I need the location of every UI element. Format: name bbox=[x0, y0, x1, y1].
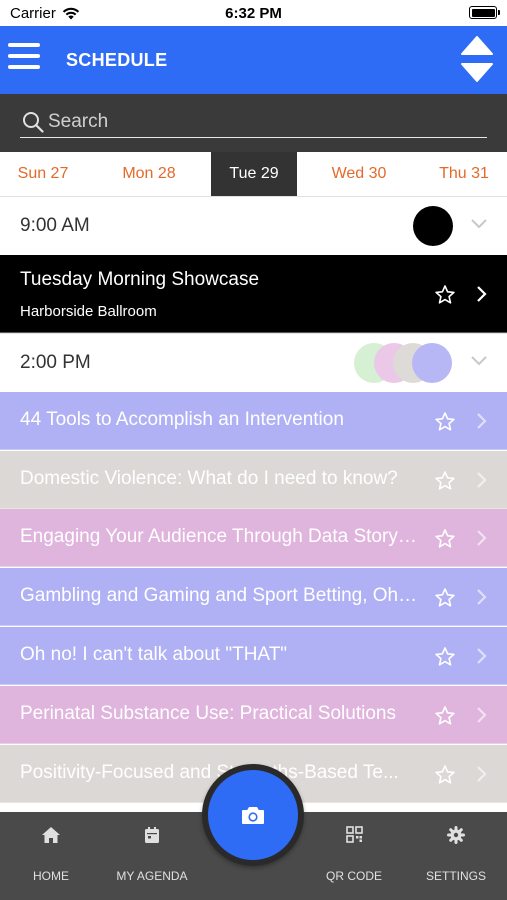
tab-label: MY AGENDA bbox=[116, 869, 188, 883]
session-row[interactable]: Engaging Your Audience Through Data Stor… bbox=[0, 509, 507, 567]
tab-qr-code[interactable]: QR CODE bbox=[309, 812, 399, 900]
session-row[interactable]: Domestic Violence: What do I need to kno… bbox=[0, 451, 507, 509]
session-title: Tuesday Morning Showcase bbox=[20, 269, 260, 290]
camera-button[interactable] bbox=[202, 764, 304, 866]
star-icon[interactable] bbox=[435, 647, 455, 666]
search-input[interactable] bbox=[48, 110, 468, 133]
session-title: Oh no! I can't talk about "THAT" bbox=[20, 644, 288, 665]
time-group-header[interactable]: 2:00 PM bbox=[0, 333, 507, 391]
star-icon[interactable] bbox=[435, 765, 455, 784]
search-icon bbox=[23, 111, 44, 133]
sort-icon[interactable] bbox=[461, 36, 493, 82]
star-icon[interactable] bbox=[435, 588, 455, 607]
camera-icon bbox=[242, 806, 264, 824]
search-field bbox=[20, 106, 487, 138]
day-tab-thu-31[interactable]: Thu 31 bbox=[421, 152, 507, 196]
tab-label: SETTINGS bbox=[425, 869, 486, 883]
time-group-header[interactable]: 9:00 AM bbox=[0, 196, 507, 254]
tab-home[interactable]: HOME bbox=[6, 812, 96, 900]
chevron-right-icon[interactable] bbox=[477, 472, 487, 488]
star-icon[interactable] bbox=[435, 285, 455, 304]
day-tab-sun-27[interactable]: Sun 27 bbox=[0, 152, 86, 196]
app-header: SCHEDULE bbox=[0, 26, 507, 94]
track-color-dot bbox=[412, 343, 452, 383]
session-title: 44 Tools to Accomplish an Intervention bbox=[20, 409, 344, 430]
day-tab-mon-28[interactable]: Mon 28 bbox=[106, 152, 192, 196]
menu-icon[interactable] bbox=[8, 43, 40, 73]
chevron-right-icon[interactable] bbox=[477, 286, 487, 302]
chevron-right-icon[interactable] bbox=[477, 530, 487, 546]
tab-label: HOME bbox=[33, 869, 69, 883]
star-icon[interactable] bbox=[435, 529, 455, 548]
calendar-icon bbox=[145, 827, 159, 843]
session-row[interactable]: Oh no! I can't talk about "THAT" bbox=[0, 627, 507, 685]
chevron-down-icon[interactable] bbox=[471, 219, 487, 229]
chevron-down-icon[interactable] bbox=[471, 356, 487, 366]
tab-settings[interactable]: SETTINGS bbox=[411, 812, 501, 900]
session-location: Harborside Ballroom bbox=[20, 303, 157, 320]
status-bar: Carrier 6:32 PM bbox=[0, 0, 507, 26]
tab-label: QR CODE bbox=[325, 869, 382, 883]
chevron-right-icon[interactable] bbox=[477, 707, 487, 723]
chevron-right-icon[interactable] bbox=[477, 413, 487, 429]
session-row-featured[interactable]: Tuesday Morning Showcase Harborside Ball… bbox=[0, 255, 507, 333]
session-row[interactable]: 44 Tools to Accomplish an Intervention bbox=[0, 392, 507, 450]
track-color-dot bbox=[413, 206, 453, 246]
star-icon[interactable] bbox=[435, 471, 455, 490]
chevron-right-icon[interactable] bbox=[477, 648, 487, 664]
session-title: Perinatal Substance Use: Practical Solut… bbox=[20, 703, 396, 724]
gear-icon bbox=[447, 826, 465, 844]
session-row[interactable]: Gambling and Gaming and Sport Betting, O… bbox=[0, 568, 507, 626]
star-icon[interactable] bbox=[435, 412, 455, 431]
clock: 6:32 PM bbox=[225, 5, 282, 22]
session-title: Gambling and Gaming and Sport Betting, O… bbox=[20, 585, 422, 606]
session-title: Engaging Your Audience Through Data Stor… bbox=[20, 526, 422, 547]
home-icon bbox=[42, 827, 60, 843]
day-tab-tue-29[interactable]: Tue 29 bbox=[211, 152, 297, 196]
star-icon[interactable] bbox=[435, 706, 455, 725]
chevron-right-icon[interactable] bbox=[477, 766, 487, 782]
time-label: 9:00 AM bbox=[20, 215, 90, 236]
battery-icon bbox=[469, 6, 500, 19]
chevron-right-icon[interactable] bbox=[477, 589, 487, 605]
day-tab-wed-30[interactable]: Wed 30 bbox=[316, 152, 402, 196]
time-label: 2:00 PM bbox=[20, 352, 91, 373]
page-title: SCHEDULE bbox=[66, 50, 168, 70]
session-title: Domestic Violence: What do I need to kno… bbox=[20, 468, 398, 489]
day-selector: Sun 27 Mon 28 Tue 29 Wed 30 Thu 31 bbox=[0, 152, 507, 196]
tab-my-agenda[interactable]: MY AGENDA bbox=[107, 812, 197, 900]
search-bar bbox=[0, 94, 507, 152]
session-row[interactable]: Perinatal Substance Use: Practical Solut… bbox=[0, 686, 507, 744]
qr-code-icon bbox=[345, 826, 363, 843]
